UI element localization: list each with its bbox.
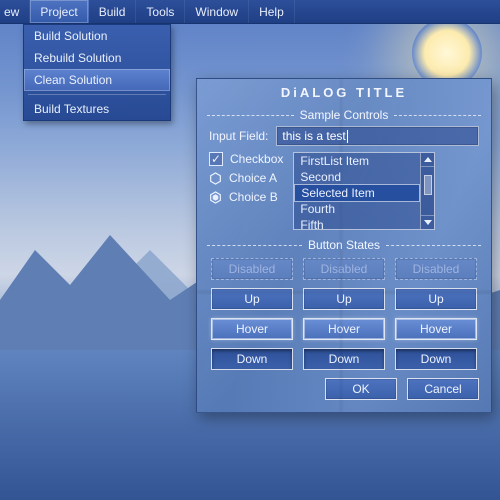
scrollbar[interactable] <box>420 153 434 229</box>
radio-choice-a[interactable]: Choice A <box>209 171 283 185</box>
menu-item-build[interactable]: Build <box>89 0 137 23</box>
button-hover[interactable]: Hover <box>395 318 477 340</box>
radio-choice-b[interactable]: Choice B <box>209 190 283 204</box>
button-down[interactable]: Down <box>303 348 385 370</box>
scroll-thumb[interactable] <box>424 175 432 195</box>
list-item[interactable]: Fifth <box>294 217 420 229</box>
project-dropdown: Build Solution Rebuild Solution Clean So… <box>23 24 171 121</box>
dd-clean-solution[interactable]: Clean Solution <box>24 69 170 91</box>
chevron-up-icon <box>424 157 432 162</box>
button-up[interactable]: Up <box>303 288 385 310</box>
desktop-background: ew Project Build Tools Window Help Build… <box>0 0 500 500</box>
dialog-title: DiALOG TITLE <box>197 79 491 104</box>
button-down[interactable]: Down <box>211 348 293 370</box>
checkbox-box: ✓ <box>209 152 223 166</box>
radio-icon <box>209 172 222 185</box>
menu-item-help[interactable]: Help <box>249 0 295 23</box>
input-field[interactable]: this is a test <box>276 126 479 146</box>
section-button-states: Button States <box>207 238 481 252</box>
dd-build-textures[interactable]: Build Textures <box>24 98 170 120</box>
button-down[interactable]: Down <box>395 348 477 370</box>
ok-button[interactable]: OK <box>325 378 397 400</box>
menubar: ew Project Build Tools Window Help <box>0 0 500 24</box>
scroll-down-button[interactable] <box>421 215 434 229</box>
button-disabled: Disabled <box>211 258 293 280</box>
button-hover[interactable]: Hover <box>211 318 293 340</box>
list-item[interactable]: FirstList Item <box>294 153 420 169</box>
checkbox[interactable]: ✓ Checkbox <box>209 152 283 166</box>
radio-icon-selected <box>209 191 222 204</box>
text-caret <box>347 130 348 143</box>
menu-item-view[interactable]: ew <box>0 0 30 23</box>
menu-item-tools[interactable]: Tools <box>136 0 185 23</box>
chevron-down-icon <box>424 220 432 225</box>
checkbox-label: Checkbox <box>230 152 283 166</box>
menu-item-project[interactable]: Project <box>30 0 88 23</box>
button-hover[interactable]: Hover <box>303 318 385 340</box>
section-label: Sample Controls <box>300 108 389 122</box>
radio-label: Choice A <box>229 171 277 185</box>
radio-label: Choice B <box>229 190 278 204</box>
listbox[interactable]: FirstList Item Second Selected Item Four… <box>293 152 435 230</box>
list-item[interactable]: Second <box>294 169 420 185</box>
button-up[interactable]: Up <box>395 288 477 310</box>
list-item[interactable]: Fourth <box>294 201 420 217</box>
button-disabled: Disabled <box>303 258 385 280</box>
list-item-selected[interactable]: Selected Item <box>294 184 420 202</box>
section-label: Button States <box>308 238 380 252</box>
dialog-window: DiALOG TITLE Sample Controls Input Field… <box>196 78 492 413</box>
scroll-up-button[interactable] <box>421 153 434 167</box>
button-disabled: Disabled <box>395 258 477 280</box>
menu-item-window[interactable]: Window <box>185 0 249 23</box>
button-grid: Disabled Disabled Disabled Up Up Up Hove… <box>209 258 479 370</box>
section-sample-controls: Sample Controls <box>207 108 481 122</box>
input-value: this is a test <box>282 129 345 143</box>
button-up[interactable]: Up <box>211 288 293 310</box>
dd-build-solution[interactable]: Build Solution <box>24 25 170 47</box>
input-label: Input Field: <box>209 129 268 143</box>
dd-separator <box>28 94 166 95</box>
dd-rebuild-solution[interactable]: Rebuild Solution <box>24 47 170 69</box>
cancel-button[interactable]: Cancel <box>407 378 479 400</box>
